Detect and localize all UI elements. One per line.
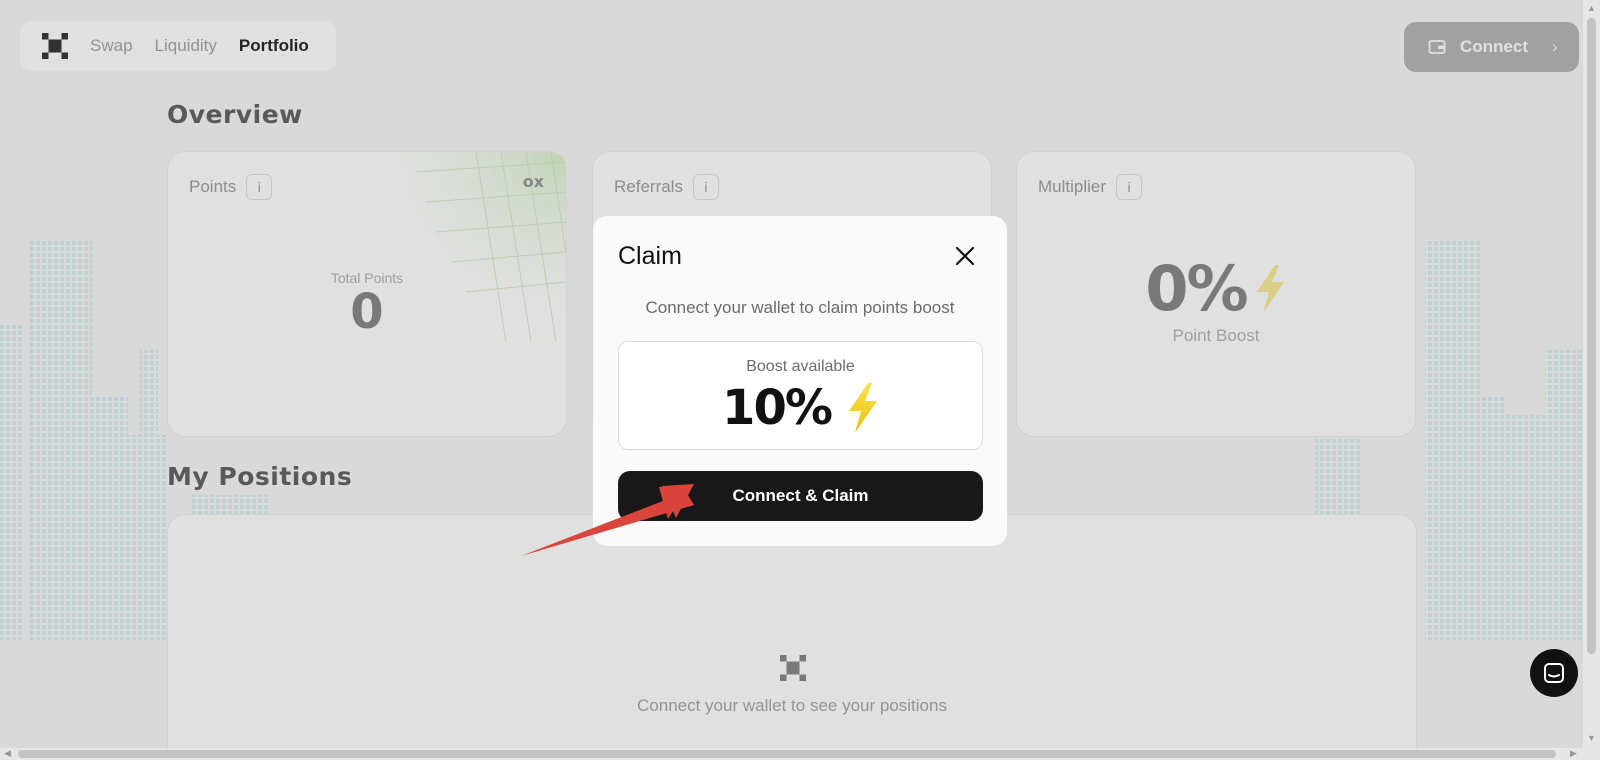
claim-modal: Claim Connect your wallet to claim point… xyxy=(593,216,1007,546)
scroll-right-icon[interactable]: ▶ xyxy=(1570,749,1577,758)
lightning-icon xyxy=(848,383,877,433)
scroll-left-icon[interactable]: ◀ xyxy=(4,749,11,758)
boost-box: Boost available 10% xyxy=(618,341,983,450)
horizontal-scrollbar[interactable]: ◀ ▶ xyxy=(0,748,1600,760)
connect-and-claim-button[interactable]: Connect & Claim xyxy=(618,471,983,521)
modal-title: Claim xyxy=(618,242,682,270)
modal-subtitle: Connect your wallet to claim points boos… xyxy=(645,298,955,317)
boost-label: Boost available xyxy=(746,358,855,375)
chat-button[interactable] xyxy=(1530,649,1578,697)
scroll-up-icon[interactable]: ▲ xyxy=(1587,4,1596,13)
boost-value: 10% xyxy=(722,380,833,436)
boost-value-row: 10% xyxy=(619,380,982,436)
horizontal-scroll-thumb[interactable] xyxy=(18,750,1556,758)
vertical-scrollbar[interactable]: ▲ ▼ xyxy=(1583,0,1600,748)
vertical-scroll-thumb[interactable] xyxy=(1587,18,1596,654)
scroll-down-icon[interactable]: ▼ xyxy=(1587,734,1596,743)
chat-icon xyxy=(1544,663,1564,683)
close-icon[interactable] xyxy=(951,242,979,270)
